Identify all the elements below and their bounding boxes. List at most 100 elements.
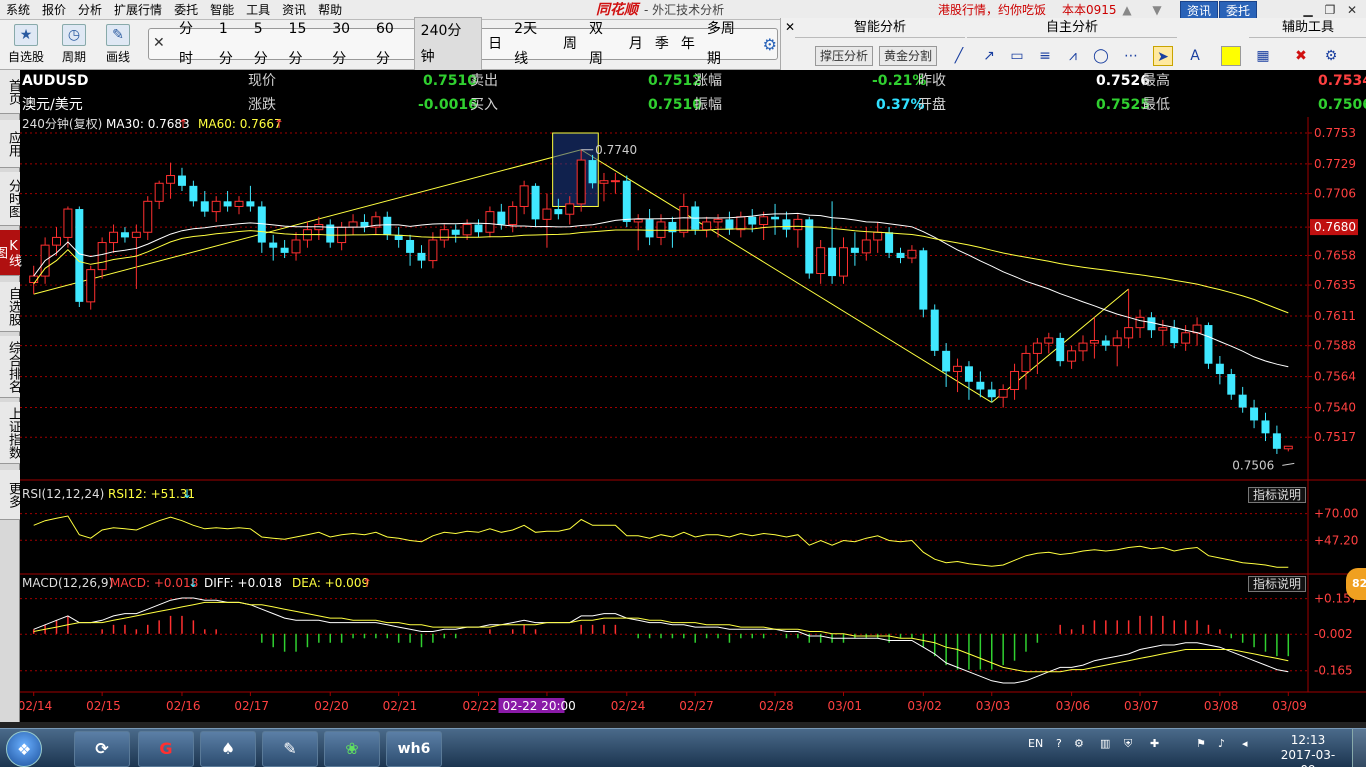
wave-tool-icon[interactable]: ⩘ [1063,46,1083,66]
draw-label: 画线 [105,50,130,64]
period-5min[interactable]: 5分 [248,14,283,74]
macd-tick-label: -0.002 [1314,627,1353,641]
kline-chart[interactable]: 0.7753 0.7729 0.7706 0.7680 0.7658 0.7635 0.76… [20,117,1366,722]
menu-system[interactable]: 系统 [0,0,36,20]
candle-body [702,221,712,231]
delete-icon[interactable]: ✖ [1291,46,1311,66]
restore-icon[interactable]: ❐ [1322,2,1338,18]
system-clock[interactable]: 12:13 2017-03-09 [1276,733,1340,767]
last-pointer [1282,462,1295,466]
self-select-button[interactable]: ★ 自选股 [6,24,46,65]
security-shield-icon[interactable]: ⛨ [1124,737,1132,751]
clock-date: 2017-03-09 [1280,748,1336,767]
settings-icon[interactable]: ⚙ [1074,737,1084,750]
tab-ranking[interactable]: 综合排名 [0,336,21,398]
y-tick-label: 0.7611 [1314,309,1356,323]
language-indicator[interactable]: EN [1028,737,1043,750]
tab-home[interactable]: 首页 [0,70,21,114]
news-ticker[interactable]: 港股行情，约你吃饭 [938,0,1046,20]
y-tick-label: 0.7729 [1314,157,1356,171]
skin-icon[interactable]: ▼ [1150,3,1164,17]
ray-tool-icon[interactable]: ↗ [979,46,999,66]
network-icon[interactable]: ▥ [1100,737,1110,750]
channel-tool-icon[interactable]: ≡ [1035,46,1055,66]
period-30min[interactable]: 30分 [326,14,370,74]
close-icon[interactable]: ✕ [153,35,165,51]
trade-button[interactable]: 委托 [1219,1,1258,19]
close-icon[interactable]: ✕ [785,20,795,34]
delete-style-icon[interactable]: ▦ [1253,46,1273,66]
show-desktop-button[interactable] [1352,729,1366,767]
chart-canvas[interactable]: 0.7753 0.7729 0.7706 0.7680 0.7658 0.7635 0.76… [20,117,1366,722]
candle-body [645,219,654,238]
side-notification-badge[interactable]: 82 [1346,568,1366,600]
expand-tray-icon[interactable]: ◂ [1242,737,1248,750]
tab-timeshare[interactable]: 分时图 [0,172,21,226]
pencil-icon: ✎ [106,24,130,46]
taskbar-app-leaf[interactable]: ❀ [324,731,380,767]
draw-button[interactable]: ✎ 画线 [98,24,138,65]
tab-more[interactable]: 更多 [0,470,21,520]
period-quarter[interactable]: 季 [649,29,675,59]
taskbar-app-wh6[interactable]: wh6 [386,731,442,767]
circle-tool-icon[interactable]: ◯ [1091,46,1111,66]
bell-icon[interactable]: ▲ [1120,3,1134,17]
period-1min[interactable]: 1分 [213,14,248,74]
period-month[interactable]: 月 [623,29,649,59]
volume-icon[interactable]: ♪ [1218,737,1225,750]
clock-time: 12:13 [1290,733,1326,747]
y-tick-label: 0.7588 [1314,339,1356,353]
candle-body [291,239,301,254]
menu-extended[interactable]: 扩展行情 [108,0,168,20]
taskbar-app-cards[interactable]: ♠ [200,731,256,767]
period-60min[interactable]: 60分 [370,14,414,74]
rsi-explain-button[interactable]: 指标说明 [1248,487,1307,503]
support-analysis-button[interactable]: 撑压分析 [815,46,874,66]
rect-tool-icon[interactable]: ▭ [1007,46,1027,66]
version-label[interactable]: 本本0915 [1062,0,1117,20]
taskbar-app-tonghuashun[interactable]: G [138,731,194,767]
period-2day[interactable]: 2天线 [508,14,557,74]
cursor-tool-icon[interactable]: ➤ [1153,46,1173,66]
tab-sh-index[interactable]: 上证指数 [0,402,21,464]
menu-analysis[interactable]: 分析 [72,0,108,20]
period-year[interactable]: 年 [675,29,701,59]
tab-kline[interactable]: K线图 [0,230,21,276]
antivirus-icon[interactable]: ✚ [1150,737,1159,750]
period-day[interactable]: 日 [482,29,508,59]
tab-apps[interactable]: 应用 [0,120,21,168]
candle-body [998,389,1008,398]
tab-watchlist[interactable]: 自选股 [0,282,21,332]
period-240min[interactable]: 240分钟 [413,17,483,71]
period-15min[interactable]: 15分 [283,14,327,74]
period-button[interactable]: ◷ 周期 [54,24,94,65]
candle-body [1032,342,1042,354]
more-tools-icon[interactable]: ⋯ [1121,46,1141,66]
period-2week[interactable]: 双周 [583,14,623,74]
settings-icon[interactable]: ⚙ [1321,46,1341,66]
period-fenshi[interactable]: 分时 [173,14,213,74]
line-tool-icon[interactable]: ╱ [949,46,969,66]
flag-icon[interactable]: ⚑ [1196,737,1206,750]
candle-body [588,160,597,184]
candle-body [1261,420,1270,434]
minimize-icon[interactable]: ▁ [1300,2,1316,18]
info-button[interactable]: 资讯 [1180,1,1219,19]
candle-body [828,247,837,277]
rsi-label: RSI(12,12,24) [22,487,105,501]
taskbar-app-browser[interactable]: ⟳ [74,731,130,767]
start-button[interactable]: ❖ [6,731,42,767]
analysis-panel: ✕ 智能分析 自主分析 辅助工具 撑压分析 黄金分割 ╱ ↗ ▭ ≡ ⩘ ◯ ⋯… [780,18,1366,70]
color-swatch[interactable] [1221,46,1241,66]
menu-quote[interactable]: 报价 [36,0,72,20]
close-icon[interactable]: ✕ [1344,2,1360,18]
text-tool-icon[interactable]: A [1185,46,1205,66]
period-week[interactable]: 周 [557,29,583,59]
taskbar-app-paint[interactable]: ✎ [262,731,318,767]
golden-section-button[interactable]: 黄金分割 [879,46,938,66]
help-icon[interactable]: ? [1056,737,1062,750]
rsi-line [33,515,1289,568]
period-multi[interactable]: 多周期 [701,14,755,74]
gear-icon[interactable]: ⚙ [763,35,777,54]
macd-explain-button[interactable]: 指标说明 [1248,576,1307,592]
